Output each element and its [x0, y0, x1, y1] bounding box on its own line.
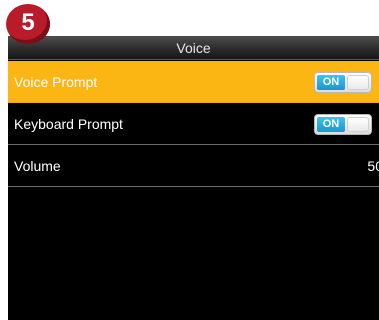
- setting-row-voice-prompt[interactable]: Voice Prompt ON: [8, 61, 379, 103]
- step-number: 5: [21, 9, 35, 36]
- device-screenshot: 5 Voice Voice Prompt ON Keyboard Prompt …: [0, 0, 379, 320]
- toggle-state-label: ON: [317, 117, 345, 132]
- step-number-badge: 5: [6, 4, 50, 44]
- setting-row-volume[interactable]: Volume 50: [8, 145, 379, 187]
- toggle-knob: [347, 117, 369, 132]
- keyboard-prompt-toggle[interactable]: ON: [314, 114, 372, 135]
- setting-label: Volume: [14, 158, 61, 174]
- volume-value: 50: [367, 158, 379, 174]
- toggle-knob: [347, 75, 369, 90]
- toggle-state-label: ON: [317, 75, 345, 90]
- page-title: Voice: [176, 40, 211, 56]
- setting-label: Voice Prompt: [14, 74, 98, 90]
- title-bar: Voice: [8, 36, 379, 60]
- setting-row-keyboard-prompt[interactable]: Keyboard Prompt ON: [8, 103, 379, 145]
- setting-label: Keyboard Prompt: [14, 116, 123, 132]
- device-screen: Voice Voice Prompt ON Keyboard Prompt ON…: [8, 36, 379, 320]
- voice-prompt-toggle[interactable]: ON: [314, 72, 372, 93]
